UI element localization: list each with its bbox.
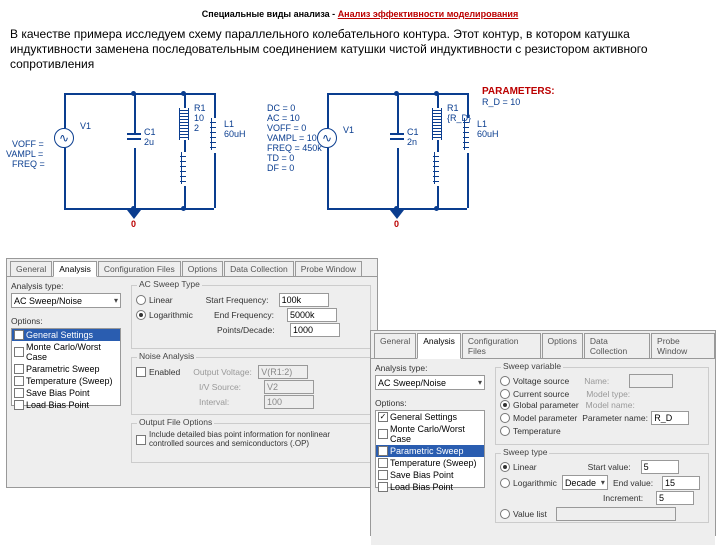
iv-input bbox=[264, 380, 314, 394]
atype-label: Analysis type: bbox=[11, 281, 121, 291]
gnd-label: 0 bbox=[131, 220, 136, 230]
title-prefix: Специальные виды анализа - bbox=[202, 9, 338, 19]
atype-select[interactable]: AC Sweep/Noise bbox=[11, 293, 121, 308]
description: В качестве примера исследуем схему парал… bbox=[0, 25, 720, 78]
vl-input bbox=[556, 507, 676, 521]
gp-radio[interactable] bbox=[500, 400, 510, 410]
l1-val: 60uH bbox=[224, 130, 246, 140]
tab-options[interactable]: Options bbox=[182, 261, 223, 276]
cs-radio[interactable] bbox=[500, 389, 510, 399]
ev-input[interactable] bbox=[662, 476, 700, 490]
mp-radio[interactable] bbox=[500, 413, 510, 423]
freq-label: FREQ = bbox=[12, 160, 45, 170]
tab-config-2[interactable]: Configuration Files bbox=[462, 333, 541, 358]
v1-label: V1 bbox=[80, 122, 91, 132]
vl-radio[interactable] bbox=[500, 509, 510, 519]
c1-val: 2u bbox=[144, 138, 154, 148]
atype-select-2[interactable]: AC Sweep/Noise bbox=[375, 375, 485, 390]
tmp-radio[interactable] bbox=[500, 426, 510, 436]
inc-input[interactable] bbox=[656, 491, 694, 505]
param-header: PARAMETERS: bbox=[482, 86, 555, 97]
gnd-label2: 0 bbox=[394, 220, 399, 230]
log-radio-2[interactable] bbox=[500, 478, 510, 488]
df-label: DF = 0 bbox=[267, 164, 294, 174]
r1-val2: 2 bbox=[194, 124, 199, 134]
sweep-header: AC Sweep Type bbox=[137, 279, 202, 289]
tab-general[interactable]: General bbox=[10, 261, 52, 276]
c1-val2: 2n bbox=[407, 138, 417, 148]
tab-analysis[interactable]: Analysis bbox=[53, 261, 97, 277]
end-freq-input[interactable] bbox=[287, 308, 337, 322]
noise-header: Noise Analysis bbox=[137, 351, 196, 361]
lin-radio[interactable] bbox=[500, 462, 510, 472]
log-radio[interactable] bbox=[136, 310, 146, 320]
sv-input[interactable] bbox=[641, 460, 679, 474]
ov-input bbox=[258, 365, 308, 379]
tab-probe[interactable]: Probe Window bbox=[295, 261, 362, 276]
tabs-1: General Analysis Configuration Files Opt… bbox=[7, 259, 377, 277]
tab-probe-2[interactable]: Probe Window bbox=[651, 333, 715, 358]
noise-enabled-check[interactable] bbox=[136, 367, 146, 377]
points-input[interactable] bbox=[290, 323, 340, 337]
tab-general-2[interactable]: General bbox=[374, 333, 416, 358]
ground-icon bbox=[390, 210, 404, 219]
opt-label: Options: bbox=[11, 316, 121, 326]
l1-val2: 60uH bbox=[477, 130, 499, 140]
schematic-left: ∿ V1 VOFF = VAMPL = FREQ = C1 2u R1 10 2… bbox=[14, 78, 244, 233]
opt-label-2: Options: bbox=[375, 398, 485, 408]
atype-label-2: Analysis type: bbox=[375, 363, 485, 373]
ofo-header: Output File Options bbox=[137, 417, 214, 427]
schematic-right: ∿ V1 DC = 0 AC = 10 VOFF = 0 VAMPL = 10 … bbox=[262, 78, 542, 233]
tab-analysis-2[interactable]: Analysis bbox=[417, 333, 461, 359]
options-list[interactable]: General Settings Monte Carlo/Worst Case … bbox=[11, 328, 121, 406]
int-input bbox=[264, 395, 314, 409]
sweep-type-header: Sweep type bbox=[501, 447, 549, 457]
ground-icon bbox=[127, 210, 141, 219]
param-val: R_D = 10 bbox=[482, 98, 520, 108]
vs-radio[interactable] bbox=[500, 376, 510, 386]
tab-data[interactable]: Data Collection bbox=[224, 261, 294, 276]
tabs-2: General Analysis Configuration Files Opt… bbox=[371, 331, 715, 359]
v1-label2: V1 bbox=[343, 126, 354, 136]
tab-options-2[interactable]: Options bbox=[542, 333, 583, 358]
sweep-var-header: Sweep variable bbox=[501, 361, 563, 371]
sine-icon: ∿ bbox=[59, 131, 69, 145]
linear-radio[interactable] bbox=[136, 295, 146, 305]
dec-select[interactable]: Decade bbox=[562, 475, 608, 490]
options-list-2[interactable]: General Settings Monte Carlo/Worst Case … bbox=[375, 410, 485, 488]
simulation-settings-panel-1: General Analysis Configuration Files Opt… bbox=[6, 258, 378, 488]
pname-input[interactable] bbox=[651, 411, 689, 425]
tab-config[interactable]: Configuration Files bbox=[98, 261, 181, 276]
sine-icon: ∿ bbox=[322, 131, 332, 145]
simulation-settings-panel-2: General Analysis Configuration Files Opt… bbox=[370, 330, 716, 536]
ofo-check[interactable] bbox=[136, 435, 146, 445]
tab-data-2[interactable]: Data Collection bbox=[584, 333, 650, 358]
page-title: Специальные виды анализа - Анализ эффект… bbox=[0, 0, 720, 25]
name-input bbox=[629, 374, 673, 388]
start-freq-input[interactable] bbox=[279, 293, 329, 307]
title-main: Анализ эффективности моделирования bbox=[338, 9, 519, 19]
